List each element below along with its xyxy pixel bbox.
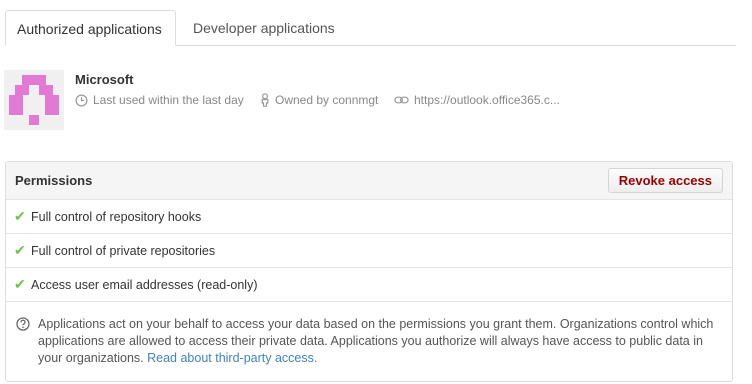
tab-developer-applications[interactable]: Developer applications: [182, 10, 346, 45]
check-icon: ✔: [14, 242, 26, 258]
permissions-note: Applications act on your behalf to acces…: [6, 302, 732, 367]
question-icon: [16, 317, 30, 331]
app-url: https://outlook.office365.c...: [394, 93, 566, 107]
tab-authorized-applications[interactable]: Authorized applications: [5, 10, 176, 46]
app-name[interactable]: Microsoft: [75, 72, 134, 87]
app-url-text[interactable]: https://outlook.office365.c...: [414, 93, 560, 107]
owner: Owned by connmgt: [260, 93, 378, 107]
clock-icon: [75, 94, 88, 106]
tab-bar: Authorized applications Developer applic…: [5, 10, 736, 46]
permission-label: Access user email addresses (read-only): [31, 277, 258, 292]
revoke-access-button[interactable]: Revoke access: [607, 168, 723, 193]
permission-label: Full control of repository hooks: [31, 209, 202, 224]
permission-item: ✔ Access user email addresses (read-only…: [6, 268, 732, 302]
app-avatar: [4, 70, 64, 130]
check-icon: ✔: [14, 208, 26, 224]
last-used: Last used within the last day: [75, 93, 244, 107]
check-icon: ✔: [14, 276, 26, 292]
owner-text: Owned by connmgt: [275, 93, 379, 107]
person-icon: [261, 93, 269, 107]
note-body: Applications act on your behalf to acces…: [38, 317, 714, 365]
identicon-image: [9, 75, 59, 125]
permissions-panel: Permissions Revoke access ✔ Full control…: [5, 161, 733, 382]
permissions-title: Permissions: [15, 173, 93, 188]
permissions-header: Permissions Revoke access: [6, 162, 732, 200]
permission-item: ✔ Full control of repository hooks: [6, 200, 732, 234]
third-party-access-link[interactable]: Read about third-party access.: [147, 351, 317, 365]
permission-label: Full control of private repositories: [31, 243, 216, 258]
link-icon: [394, 96, 409, 104]
permissions-note-text: Applications act on your behalf to acces…: [38, 316, 722, 367]
last-used-text: Last used within the last day: [93, 93, 244, 107]
permission-item: ✔ Full control of private repositories: [6, 234, 732, 268]
